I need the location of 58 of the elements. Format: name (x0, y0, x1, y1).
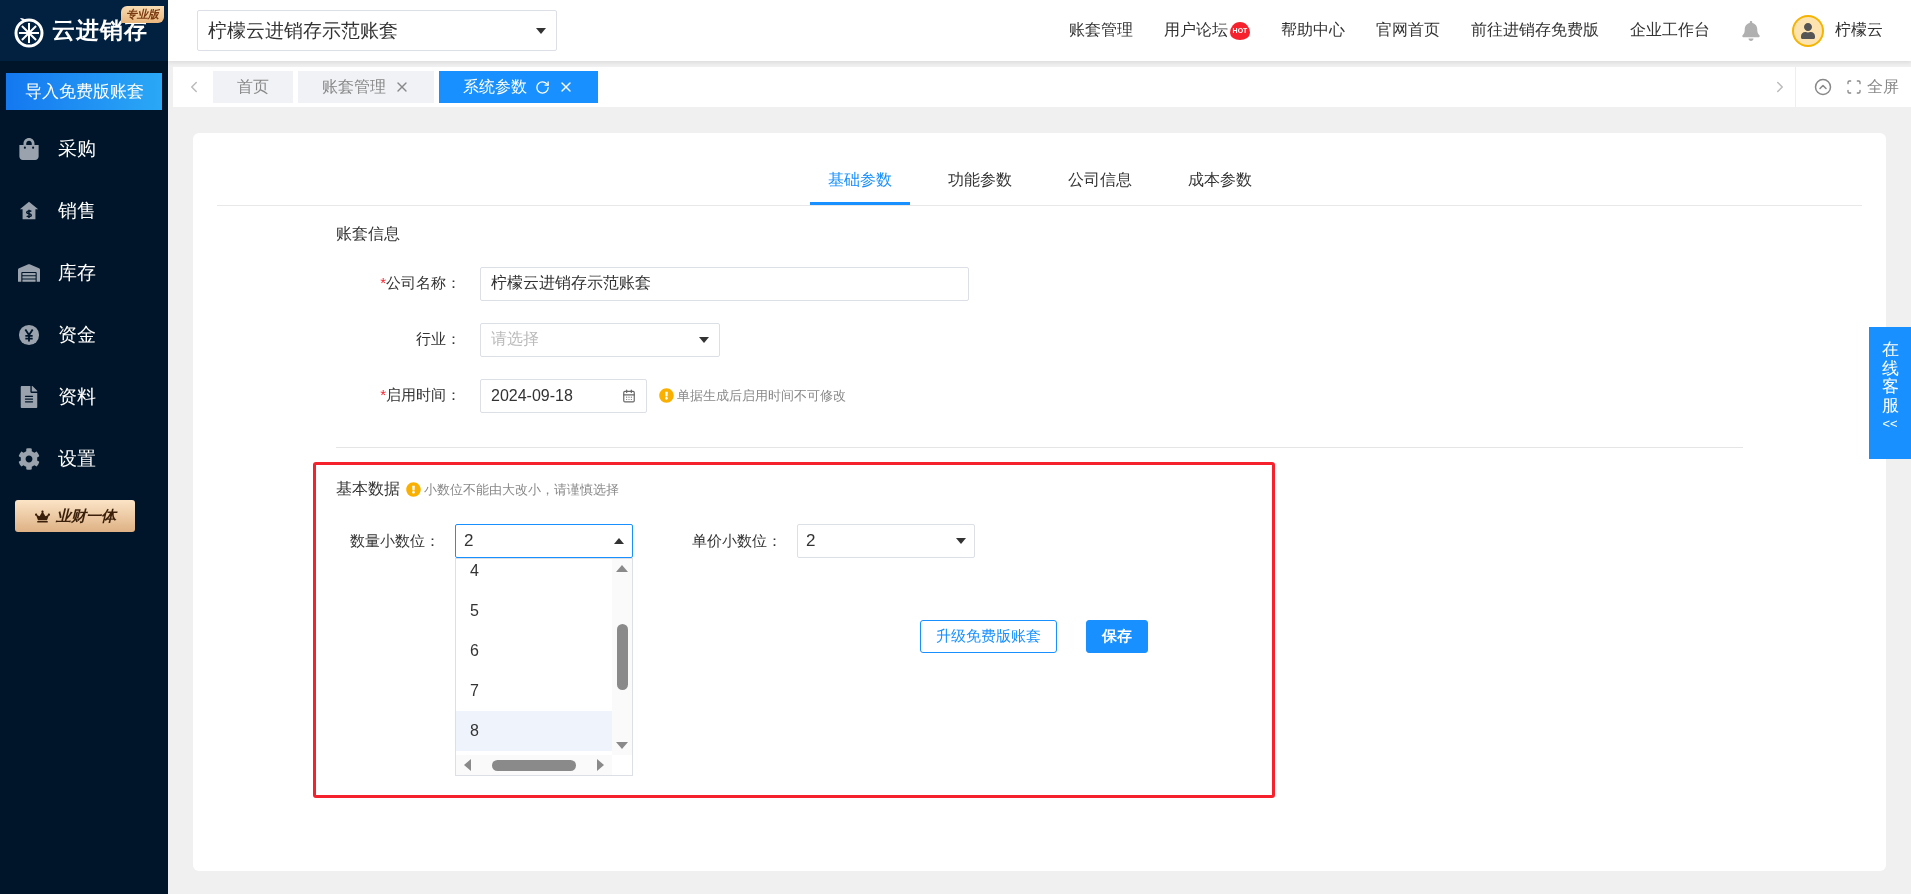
settings-tab[interactable]: 成本参数 (1169, 159, 1270, 205)
section-title: 账套信息 (336, 224, 401, 244)
sidebar-item[interactable]: 资料 (0, 366, 168, 428)
decimal-select[interactable]: 2 (797, 524, 975, 558)
dropdown-option[interactable]: 8 (456, 711, 612, 751)
warning-icon (659, 388, 674, 403)
menu-icon (18, 324, 40, 346)
expand-icon (1846, 79, 1862, 95)
menu-icon (18, 138, 40, 160)
section-title: 基本数据 (336, 479, 400, 499)
user-name[interactable]: 柠檬云 (1835, 20, 1883, 41)
sidebar-item[interactable]: 设置 (0, 428, 168, 490)
scroll-thumb[interactable] (492, 759, 576, 771)
scroll-right-icon[interactable] (597, 759, 604, 771)
warning-icon (406, 482, 421, 497)
bell-icon[interactable] (1741, 20, 1761, 41)
menu-icon (18, 386, 40, 408)
nav-link[interactable]: 帮助中心 (1281, 20, 1345, 41)
menu-icon (18, 262, 40, 284)
calendar-icon (622, 388, 636, 403)
settings-tab[interactable]: 功能参数 (929, 159, 1030, 205)
account-select[interactable]: 柠檬云进销存示范账套 (197, 10, 557, 51)
horizontal-scrollbar[interactable] (456, 755, 612, 775)
caret-icon (536, 27, 546, 34)
sidebar-item[interactable]: 资金 (0, 304, 168, 366)
nav-link[interactable]: 企业工作台 (1630, 20, 1710, 41)
field-label: 行业： (415, 330, 461, 349)
avatar[interactable] (1792, 14, 1824, 47)
crown-icon (34, 508, 50, 524)
refresh-icon[interactable] (535, 79, 550, 95)
sidebar-item[interactable]: 库存 (0, 242, 168, 304)
company-name-input[interactable]: 柠檬云进销存示范账套 (480, 266, 969, 301)
caret-icon (956, 538, 966, 544)
promo-button[interactable]: 业财一体 (15, 500, 135, 532)
field-label: 单价小数位： (691, 531, 782, 551)
scroll-down-icon[interactable] (616, 742, 628, 749)
scroll-thumb[interactable] (616, 624, 628, 690)
date-input[interactable]: 2024-09-18 (480, 378, 647, 413)
settings-tab[interactable]: 公司信息 (1049, 159, 1150, 205)
nav-link[interactable]: 前往进销存免费版 (1471, 20, 1599, 41)
collapse-icon[interactable] (1814, 78, 1832, 96)
sidebar-item[interactable]: 销售 (0, 180, 168, 242)
menu-icon (18, 200, 40, 222)
menu-icon (18, 448, 40, 470)
field-label: 数量小数位： (349, 531, 440, 551)
scroll-left-icon[interactable] (464, 759, 471, 771)
vertical-scrollbar[interactable] (612, 559, 632, 755)
field-label: *公司名称： (379, 274, 461, 293)
hint-text: 小数位不能由大改小，请谨慎选择 (424, 480, 619, 499)
scroll-up-icon[interactable] (616, 565, 628, 572)
nav-link[interactable]: 账套管理 (1069, 20, 1133, 41)
nav-link[interactable]: 官网首页 (1376, 20, 1440, 41)
hint-text: 单据生成后启用时间不可修改 (677, 386, 846, 405)
sidebar-item[interactable]: 采购 (0, 118, 168, 180)
fullscreen-button[interactable]: 全屏 (1846, 76, 1899, 98)
caret-icon (699, 336, 709, 343)
field-label: *启用时间： (379, 386, 461, 405)
caret-icon (614, 538, 624, 544)
